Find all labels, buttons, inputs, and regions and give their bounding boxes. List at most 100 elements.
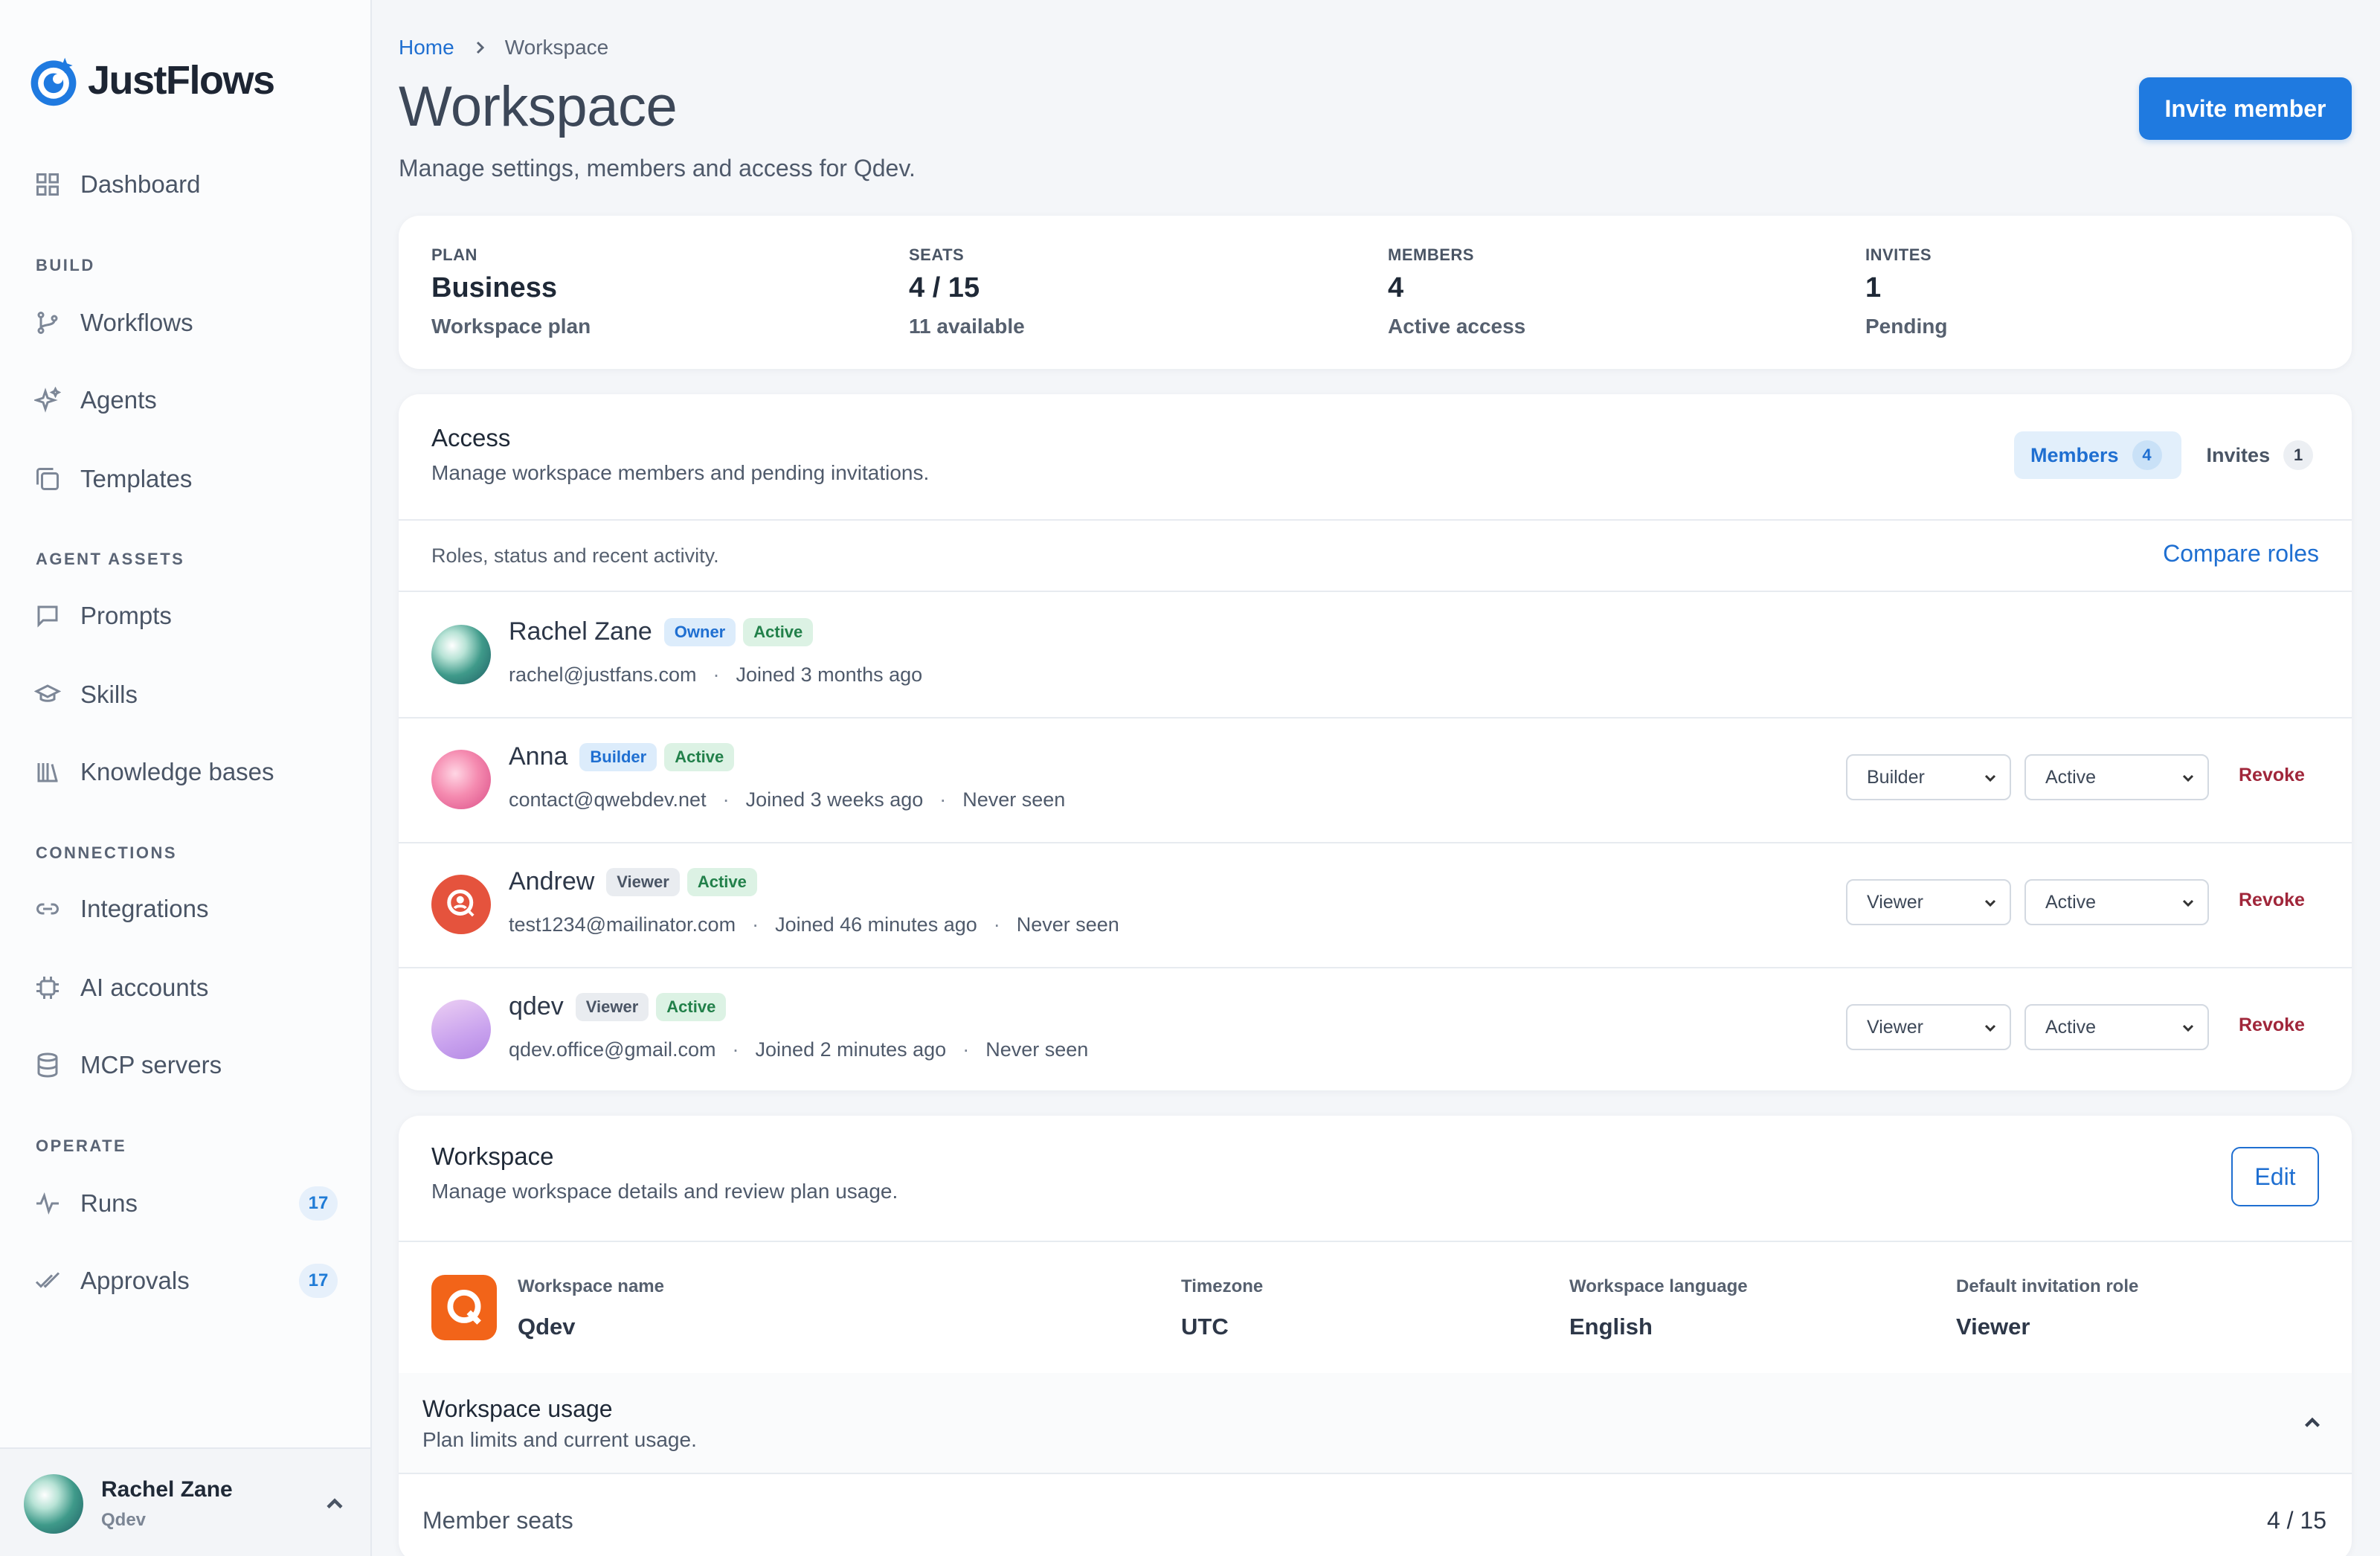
usage-header[interactable] [399, 1373, 2352, 1473]
member-joined: Joined 3 months ago [736, 663, 923, 686]
sidebar-item-prompts[interactable]: Prompts [22, 586, 350, 646]
app-logo[interactable]: JustFlows [25, 52, 275, 109]
stat-plan: PLAN Business Workspace plan [431, 245, 591, 338]
chevron-up-icon[interactable] [321, 1491, 348, 1517]
role-badge: Owner [663, 617, 736, 646]
separator-dot: · [732, 1038, 739, 1061]
role-select-value: Viewer [1867, 891, 1923, 913]
message-icon [37, 605, 58, 628]
separator-dot: · [722, 788, 730, 811]
language-field: Workspace language English [1569, 1276, 1748, 1340]
role-select[interactable]: Viewer [1846, 879, 2011, 925]
status-select-value: Active [2045, 1016, 2097, 1038]
member-row: qdev Viewer Active qdev.office@gmail.com… [399, 967, 2352, 1090]
user-menu[interactable]: Rachel Zane Qdev [0, 1447, 370, 1556]
stat-label: SEATS [909, 245, 965, 264]
chip-icon [36, 977, 59, 999]
sidebar-item-label: Dashboard [80, 170, 201, 198]
compare-roles-link[interactable]: Compare roles [2163, 540, 2319, 568]
revoke-button[interactable]: Revoke [2239, 1015, 2305, 1036]
avatar [431, 750, 491, 809]
workspace-name-field: Workspace name Qdev [518, 1276, 664, 1340]
field-value: English [1569, 1314, 1653, 1340]
breadcrumb: Home Workspace [399, 36, 608, 60]
chevron-down-icon [2182, 1024, 2194, 1032]
member-name: Andrew [509, 867, 595, 896]
tab-count: 4 [2132, 440, 2162, 470]
member-name: Anna [509, 742, 568, 771]
role-badge: Viewer [606, 867, 680, 896]
role-select[interactable]: Builder [1846, 754, 2011, 800]
tab-invites[interactable]: Invites 1 [2190, 431, 2333, 479]
member-seats-label: Member seats [422, 1507, 573, 1534]
status-badge: Active [656, 992, 727, 1021]
role-select[interactable]: Viewer [1846, 1004, 2011, 1050]
sidebar-item-dashboard[interactable]: Dashboard [22, 155, 350, 214]
member-row: Anna Builder Active contact@qwebdev.net … [399, 717, 2352, 842]
sidebar-item-label: MCP servers [80, 1051, 222, 1078]
stats-card: PLAN Business Workspace plan SEATS 4 / 1… [399, 216, 2352, 369]
invite-member-button[interactable]: Invite member [2139, 77, 2352, 140]
usage-title: Workspace usage [422, 1395, 613, 1422]
sidebar-item-label: Agents [80, 386, 157, 414]
q-logo-icon [447, 1289, 481, 1325]
sidebar-item-agents[interactable]: Agents [22, 370, 350, 430]
sidebar-item-workflows[interactable]: Workflows [22, 293, 350, 353]
revoke-button[interactable]: Revoke [2239, 890, 2305, 911]
member-row: Rachel Zane Owner Active rachel@justfans… [399, 592, 2352, 717]
workspace-logo [431, 1275, 497, 1340]
status-select[interactable]: Active [2024, 1004, 2209, 1050]
status-select[interactable]: Active [2024, 879, 2209, 925]
page-subtitle: Manage settings, members and access for … [399, 155, 916, 181]
stat-label: MEMBERS [1388, 245, 1474, 264]
edit-button[interactable]: Edit [2231, 1147, 2319, 1206]
runs-count-badge: 17 [299, 1186, 338, 1221]
member-email: contact@qwebdev.net [509, 788, 707, 811]
sidebar-item-skills[interactable]: Skills [22, 665, 350, 724]
sidebar-item-label: Knowledge bases [80, 758, 274, 785]
sidebar-item-approvals[interactable]: Approvals 17 [22, 1251, 350, 1311]
stat-label: INVITES [1865, 245, 1932, 264]
status-badge: Active [686, 867, 757, 896]
member-email: qdev.office@gmail.com [509, 1038, 716, 1061]
user-name: Rachel Zane [101, 1477, 233, 1502]
sidebar-item-knowledge-bases[interactable]: Knowledge bases [22, 742, 350, 802]
status-select[interactable]: Active [2024, 754, 2209, 800]
tab-members[interactable]: Members 4 [2014, 431, 2181, 479]
user-org: Qdev [101, 1510, 147, 1530]
sidebar: JustFlows Dashboard BUILD Workflows Agen… [0, 0, 372, 1556]
role-select-value: Builder [1867, 766, 1925, 788]
sparkles-icon [34, 387, 61, 413]
access-title: Access [431, 424, 511, 451]
revoke-button[interactable]: Revoke [2239, 765, 2305, 786]
breadcrumb-home[interactable]: Home [399, 36, 454, 60]
stat-label: PLAN [431, 245, 477, 264]
stat-note: 11 available [909, 315, 1025, 338]
section-operate: OPERATE [36, 1137, 127, 1155]
member-email: test1234@mailinator.com [509, 913, 736, 936]
separator-dot: · [713, 663, 720, 686]
sidebar-item-integrations[interactable]: Integrations [22, 879, 350, 939]
stat-invites: INVITES 1 Pending [1865, 245, 1947, 338]
sidebar-item-runs[interactable]: Runs 17 [22, 1174, 350, 1233]
sidebar-item-label: Approvals [80, 1267, 190, 1294]
workspace-title: Workspace [431, 1142, 554, 1170]
sidebar-item-templates[interactable]: Templates [22, 449, 350, 509]
sidebar-item-ai-accounts[interactable]: AI accounts [22, 958, 350, 1017]
member-last-seen: Never seen [1016, 913, 1119, 936]
approvals-count-badge: 17 [299, 1264, 338, 1298]
double-check-icon [35, 1272, 60, 1288]
access-card: Access Manage workspace members and pend… [399, 394, 2352, 1090]
separator-dot: · [962, 1038, 970, 1061]
field-value: Qdev [518, 1314, 576, 1340]
stat-note: Active access [1388, 315, 1526, 338]
workspace-description: Manage workspace details and review plan… [431, 1180, 898, 1203]
sidebar-item-mcp-servers[interactable]: MCP servers [22, 1035, 350, 1095]
app-name: JustFlows [88, 58, 275, 103]
role-badge: Builder [579, 742, 657, 771]
member-joined: Joined 3 weeks ago [745, 788, 924, 811]
tab-label: Members [2030, 443, 2119, 466]
git-branch-icon [37, 312, 58, 334]
stat-seats: SEATS 4 / 15 11 available [909, 245, 1025, 338]
chevron-up-icon[interactable] [2300, 1410, 2325, 1436]
